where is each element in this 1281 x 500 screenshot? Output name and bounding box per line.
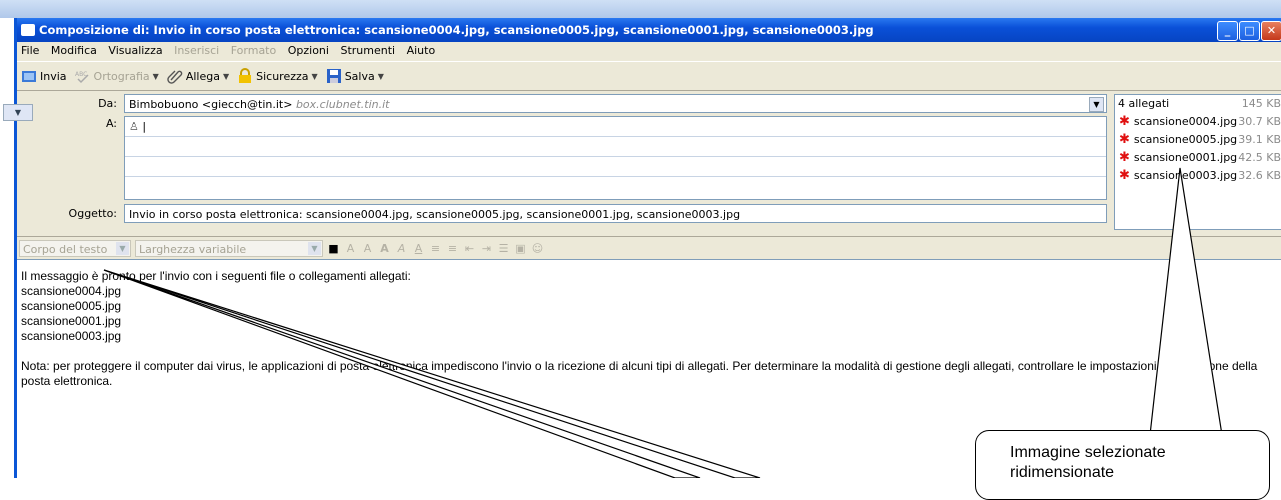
annotation-arrows xyxy=(103,167,1223,478)
callout-text: Immagine selezionate ridimensionate xyxy=(1010,444,1166,481)
callout-note: Immagine selezionate ridimensionate xyxy=(975,430,1270,500)
